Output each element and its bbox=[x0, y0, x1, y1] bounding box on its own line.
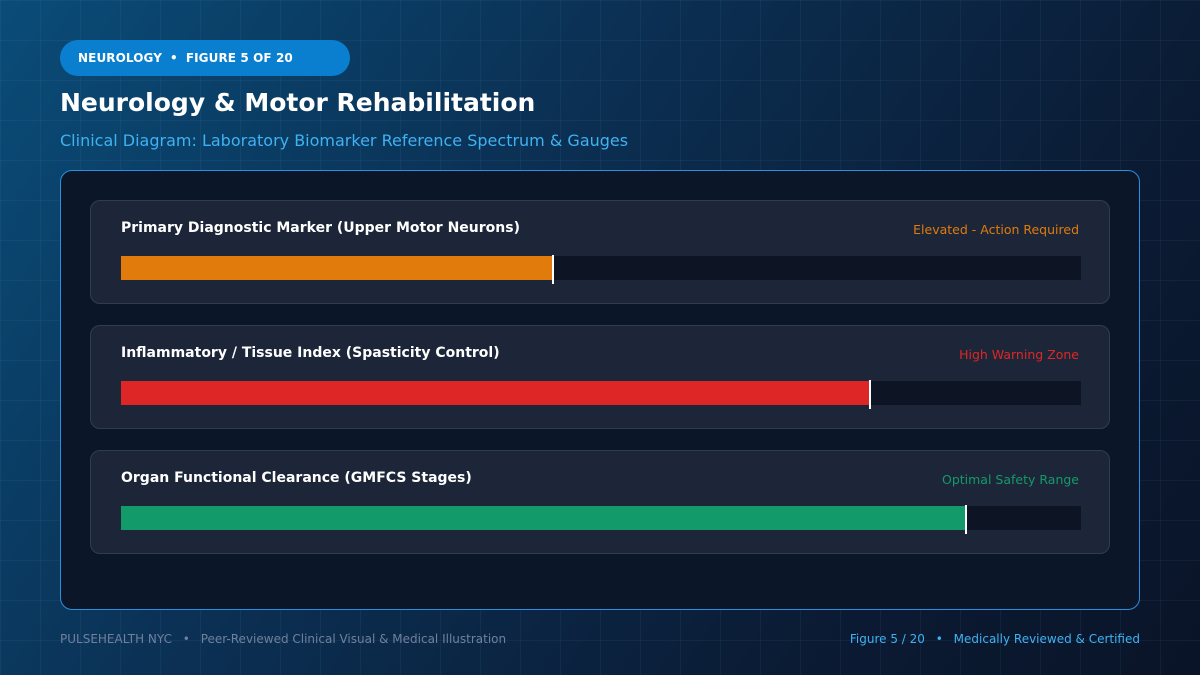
gauge-label: Primary Diagnostic Marker (Upper Motor N… bbox=[121, 220, 520, 236]
gauge-card-functional-clearance: Organ Functional Clearance (GMFCS Stages… bbox=[90, 450, 1110, 554]
gauge-track bbox=[121, 505, 1081, 534]
gauge-card-primary-marker: Primary Diagnostic Marker (Upper Motor N… bbox=[90, 200, 1110, 304]
gauge-marker bbox=[552, 255, 554, 284]
gauge-status: Optimal Safety Range bbox=[941, 472, 1079, 487]
figure-label: FIGURE 5 OF 20 bbox=[185, 51, 293, 65]
footer-tagline: Peer-Reviewed Clinical Visual & Medical … bbox=[200, 632, 507, 646]
gauge-status: Elevated - Action Required bbox=[913, 222, 1079, 237]
gauge-status: High Warning Zone bbox=[959, 347, 1079, 362]
gauge-label: Inflammatory / Tissue Index (Spasticity … bbox=[121, 345, 500, 361]
category-label: NEUROLOGY bbox=[78, 51, 163, 65]
gauge-label: Organ Functional Clearance (GMFCS Stages… bbox=[121, 470, 472, 486]
figure-badge: NEUROLOGY • FIGURE 5 OF 20 bbox=[60, 40, 350, 76]
gauge-card-inflammatory-index: Inflammatory / Tissue Index (Spasticity … bbox=[90, 325, 1110, 429]
separator-dot: • bbox=[170, 51, 178, 65]
footer-figure-line: Figure 5 / 20 • Medically Reviewed & Cer… bbox=[850, 632, 1140, 646]
gauge-fill bbox=[121, 506, 966, 530]
page-subtitle: Clinical Diagram: Laboratory Biomarker R… bbox=[60, 131, 629, 150]
gauge-marker bbox=[964, 505, 967, 534]
gauge-fill bbox=[121, 381, 870, 405]
gauge-fill bbox=[121, 256, 553, 280]
gauge-track bbox=[121, 380, 1081, 409]
page-title: Neurology & Motor Rehabilitation bbox=[60, 88, 536, 117]
footer-figure: Figure 5 / 20 bbox=[849, 632, 925, 646]
separator-dot: • bbox=[182, 632, 190, 646]
gauge-marker bbox=[868, 380, 871, 409]
separator-dot: • bbox=[935, 632, 943, 646]
footer-certification: Medically Reviewed & Certified bbox=[953, 632, 1140, 646]
footer-brand-line: PULSEHEALTH NYC • Peer-Reviewed Clinical… bbox=[60, 632, 506, 646]
gauge-track bbox=[121, 255, 1081, 284]
gauges-panel: Primary Diagnostic Marker (Upper Motor N… bbox=[60, 170, 1140, 610]
footer-brand: PULSEHEALTH NYC bbox=[60, 632, 172, 646]
